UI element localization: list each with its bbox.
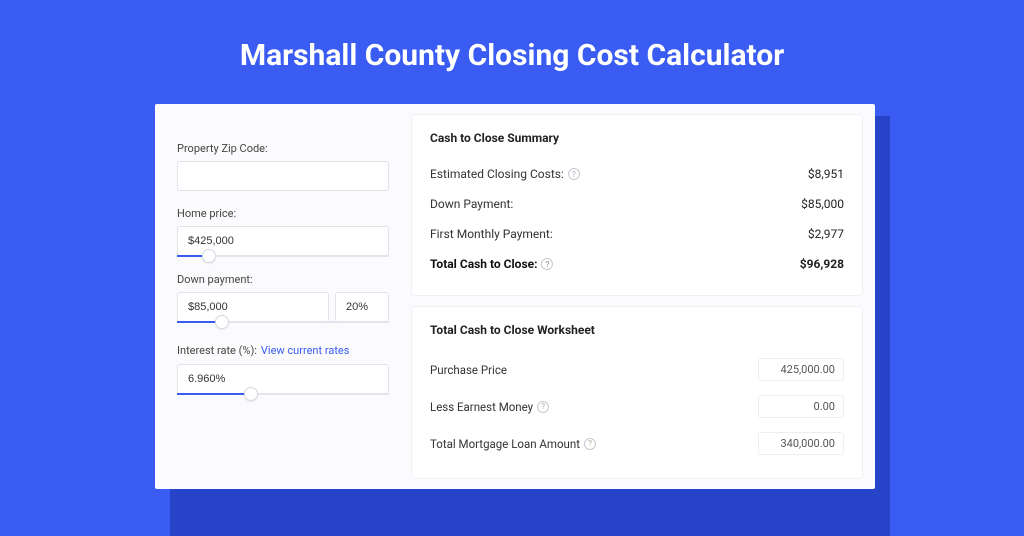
- down-payment-slider[interactable]: [177, 321, 389, 323]
- summary-row-value: $8,951: [808, 167, 844, 181]
- inputs-column: Property Zip Code: Home price: Down paym…: [167, 114, 399, 479]
- summary-row: First Monthly Payment: $2,977: [430, 219, 844, 249]
- help-icon[interactable]: ?: [568, 168, 580, 180]
- zip-field: Property Zip Code:: [177, 142, 389, 191]
- down-payment-label: Down payment:: [177, 273, 389, 286]
- home-price-field: Home price:: [177, 207, 389, 257]
- zip-label: Property Zip Code:: [177, 142, 389, 155]
- slider-fill: [177, 393, 251, 395]
- slider-thumb[interactable]: [215, 315, 229, 329]
- worksheet-row-label: Total Mortgage Loan Amount: [430, 437, 580, 451]
- worksheet-panel: Total Cash to Close Worksheet Purchase P…: [411, 306, 863, 479]
- interest-rate-slider[interactable]: [177, 393, 389, 395]
- interest-rate-field: Interest rate (%): View current rates: [177, 339, 389, 395]
- summary-row-value: $2,977: [808, 227, 844, 241]
- summary-row-value: $85,000: [801, 197, 844, 211]
- down-payment-pct-input[interactable]: [335, 292, 389, 322]
- help-icon[interactable]: ?: [537, 401, 549, 413]
- home-price-slider[interactable]: [177, 255, 389, 257]
- worksheet-row: Purchase Price 425,000.00: [430, 351, 844, 388]
- slider-thumb[interactable]: [202, 249, 216, 263]
- down-payment-field: Down payment:: [177, 273, 389, 323]
- zip-input[interactable]: [177, 161, 389, 191]
- summary-row-label: First Monthly Payment:: [430, 227, 553, 241]
- view-rates-link[interactable]: View current rates: [261, 344, 350, 357]
- slider-thumb[interactable]: [244, 387, 258, 401]
- worksheet-row: Less Earnest Money ? 0.00: [430, 388, 844, 425]
- worksheet-row-label: Less Earnest Money: [430, 400, 533, 414]
- interest-rate-input[interactable]: [177, 364, 389, 394]
- interest-rate-label: Interest rate (%):: [177, 344, 257, 357]
- page-title: Marshall County Closing Cost Calculator: [0, 0, 1024, 101]
- summary-total-row: Total Cash to Close: ? $96,928: [430, 249, 844, 279]
- help-icon[interactable]: ?: [584, 438, 596, 450]
- home-price-label: Home price:: [177, 207, 389, 220]
- worksheet-row-value: 340,000.00: [758, 432, 844, 455]
- worksheet-row: Total Mortgage Loan Amount ? 340,000.00: [430, 425, 844, 462]
- results-column: Cash to Close Summary Estimated Closing …: [411, 114, 863, 479]
- down-payment-input[interactable]: [177, 292, 329, 322]
- summary-row-label: Estimated Closing Costs:: [430, 167, 564, 181]
- calculator-card: Property Zip Code: Home price: Down paym…: [155, 104, 875, 489]
- help-icon[interactable]: ?: [541, 258, 553, 270]
- worksheet-title: Total Cash to Close Worksheet: [430, 323, 844, 337]
- summary-total-value: $96,928: [800, 257, 844, 271]
- worksheet-row-value: 0.00: [758, 395, 844, 418]
- summary-panel: Cash to Close Summary Estimated Closing …: [411, 114, 863, 296]
- worksheet-row-label: Purchase Price: [430, 363, 507, 377]
- summary-row: Estimated Closing Costs: ? $8,951: [430, 159, 844, 189]
- summary-title: Cash to Close Summary: [430, 131, 844, 145]
- summary-row-label: Down Payment:: [430, 197, 513, 211]
- worksheet-row-value: 425,000.00: [758, 358, 844, 381]
- summary-total-label: Total Cash to Close:: [430, 257, 537, 271]
- summary-row: Down Payment: $85,000: [430, 189, 844, 219]
